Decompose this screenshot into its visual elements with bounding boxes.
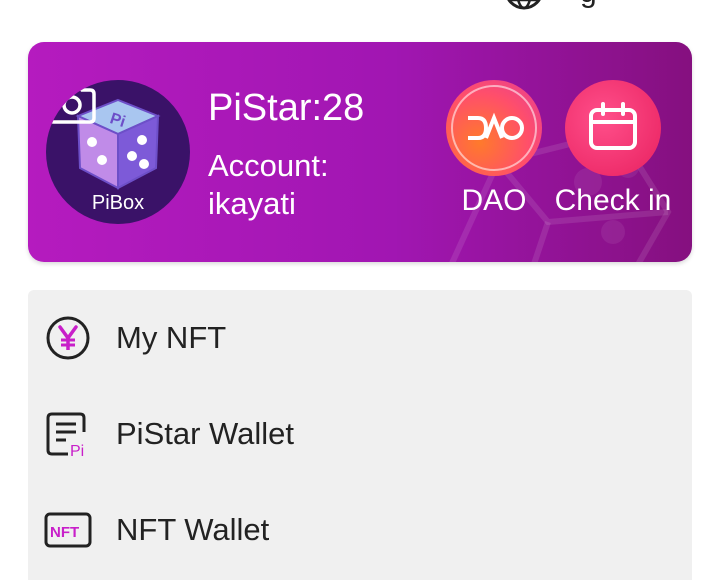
dao-button[interactable]: DAO bbox=[446, 80, 542, 218]
check-in-button[interactable]: Check in bbox=[548, 80, 678, 218]
language-label[interactable]: g bbox=[580, 0, 597, 8]
avatar-brand-label: PiBox bbox=[91, 192, 145, 214]
menu-label: PiStar Wallet bbox=[116, 416, 295, 451]
pistar-count: PiStar:28 bbox=[208, 87, 365, 129]
menu-item-my-nft[interactable]: My NFT bbox=[28, 290, 692, 386]
dao-icon bbox=[446, 80, 542, 176]
profile-card: Pi PiBox PiStar:28 Account: ikayati DAO … bbox=[28, 42, 692, 262]
menu-list: My NFT Pi PiStar Wallet NFT NFT Wallet bbox=[28, 290, 692, 580]
yen-circle-icon bbox=[46, 316, 90, 360]
account-name: ikayati bbox=[208, 186, 296, 221]
avatar[interactable]: Pi PiBox bbox=[46, 80, 190, 224]
svg-text:Pi: Pi bbox=[70, 443, 84, 458]
menu-label: NFT Wallet bbox=[116, 512, 270, 547]
camera-icon[interactable] bbox=[46, 80, 98, 126]
check-in-label: Check in bbox=[554, 184, 672, 217]
wallet-document-icon: Pi bbox=[46, 412, 86, 458]
svg-text:NFT: NFT bbox=[50, 524, 79, 541]
app-screen: g Pi PiBox bbox=[0, 0, 720, 580]
menu-label: My NFT bbox=[116, 320, 227, 355]
globe-icon[interactable] bbox=[504, 0, 544, 10]
account-label: Account: bbox=[208, 148, 329, 183]
calendar-icon bbox=[565, 80, 661, 176]
nft-badge-icon: NFT bbox=[44, 512, 92, 548]
menu-item-nft-wallet[interactable]: NFT NFT Wallet bbox=[28, 482, 692, 578]
menu-item-pistar-wallet[interactable]: Pi PiStar Wallet bbox=[28, 386, 692, 482]
dao-label: DAO bbox=[461, 184, 527, 217]
